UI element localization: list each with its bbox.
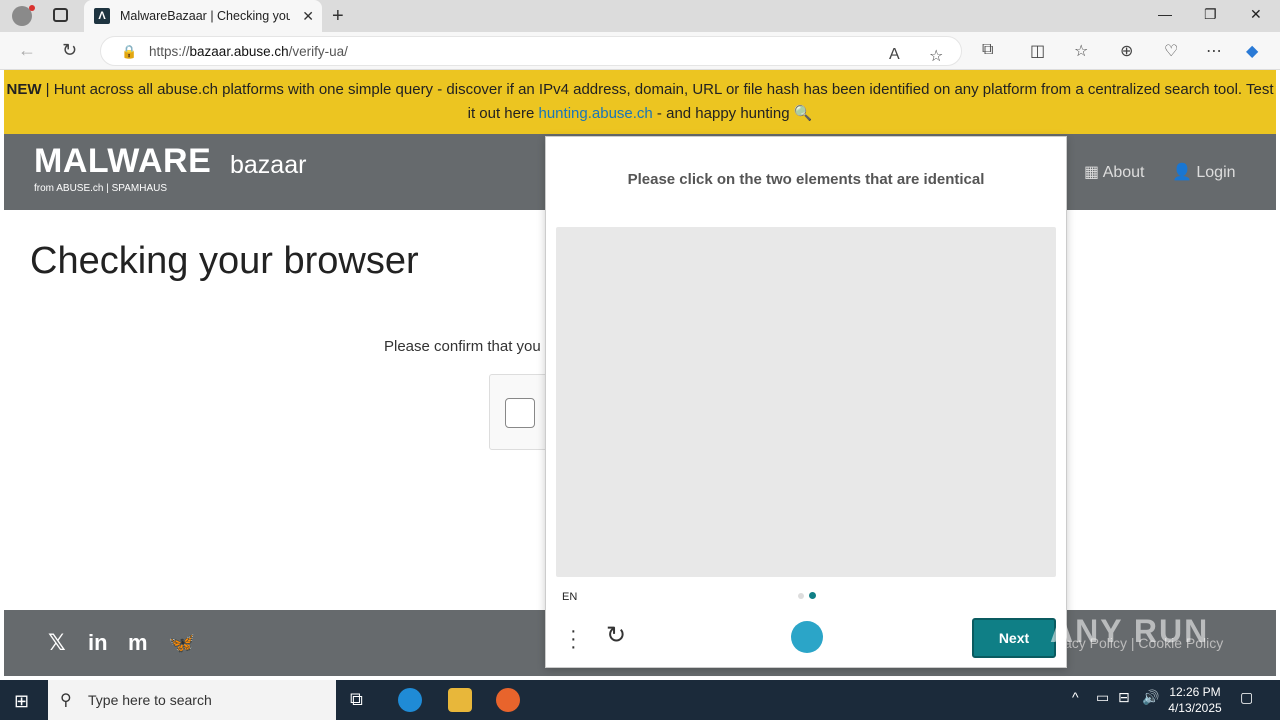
clock-date: 4/13/2025 [1168, 701, 1222, 715]
copilot-icon[interactable]: ◆ [1246, 41, 1258, 61]
search-icon: ⚲ [60, 692, 72, 709]
clock-time: 12:26 PM [1169, 685, 1221, 699]
mastodon-icon[interactable]: m [128, 630, 148, 656]
captcha-modal: Please click on the two elements that ar… [545, 136, 1067, 668]
captcha-refresh-icon[interactable]: ↻ [606, 621, 626, 650]
browser-essentials-icon[interactable]: ♡ [1164, 41, 1178, 61]
tab-malwarebazaar[interactable]: Λ MalwareBazaar | Checking your b ✕ [84, 0, 322, 32]
next-button[interactable]: Next [972, 618, 1056, 658]
captcha-challenge-area[interactable] [556, 227, 1056, 577]
notifications-icon[interactable]: ▢ [1240, 689, 1253, 706]
close-window-icon[interactable]: ✕ [1250, 6, 1262, 23]
new-tab-icon[interactable]: + [332, 5, 344, 28]
device-icon[interactable]: ▭ [1096, 689, 1109, 706]
lock-icon: 🔒 [121, 44, 138, 59]
bluesky-icon[interactable]: 🦋 [168, 630, 195, 656]
volume-icon[interactable]: 🔊 [1142, 689, 1159, 706]
hunting-link[interactable]: hunting.abuse.ch [539, 105, 653, 122]
collections-icon[interactable]: ⊕ [1120, 41, 1133, 61]
tab-actions-icon[interactable] [53, 8, 68, 22]
search-placeholder: Type here to search [88, 692, 212, 708]
refresh-icon[interactable]: ↻ [62, 40, 77, 61]
hcaptcha-logo-icon[interactable] [791, 621, 823, 653]
page-title: Checking your browser [30, 240, 419, 282]
address-toolbar: ← ↻ 🔒 https://bazaar.abuse.ch/verify-ua/… [0, 32, 1280, 70]
captcha-menu-icon[interactable]: · · · [570, 621, 577, 657]
extensions-icon[interactable]: ⧉ [982, 41, 993, 59]
logo-bazaar[interactable]: bazaar [230, 151, 306, 180]
nav-login[interactable]: 👤 Login [1172, 162, 1236, 182]
read-aloud-icon[interactable]: A [889, 46, 900, 64]
taskbar: ⊞ ⚲ Type here to search ⧉ ^ ▭ ⊟ 🔊 12:26 … [0, 680, 1280, 720]
firefox-icon[interactable] [496, 688, 520, 712]
linkedin-icon[interactable]: in [88, 630, 108, 656]
file-explorer-icon[interactable] [448, 688, 472, 712]
captcha-prompt: Please click on the two elements that ar… [627, 171, 985, 188]
malwarebazaar-favicon-icon: Λ [94, 8, 110, 24]
nav-about[interactable]: ▦ About [1084, 162, 1145, 182]
captcha-checkbox[interactable] [505, 398, 535, 428]
show-hidden-icons-icon[interactable]: ^ [1072, 689, 1079, 705]
x-icon[interactable]: 𝕏 [48, 630, 66, 656]
logo-malware[interactable]: MALWARE [34, 142, 211, 181]
windows-start-icon[interactable]: ⊞ [14, 691, 29, 712]
minimize-icon[interactable]: — [1158, 6, 1172, 22]
confirm-text: Please confirm that you [384, 338, 541, 355]
banner-text-end: - and happy hunting 🔍 [652, 105, 813, 122]
anyrun-watermark: ANY RUN [1050, 613, 1210, 649]
system-clock[interactable]: 12:26 PM 4/13/2025 [1162, 684, 1228, 716]
progress-dot-active [809, 592, 816, 599]
network-icon[interactable]: ⊟ [1118, 689, 1130, 706]
favorites-icon[interactable]: ☆ [1074, 41, 1088, 61]
language-selector[interactable]: EN [562, 591, 577, 603]
url-input[interactable]: 🔒 https://bazaar.abuse.ch/verify-ua/ A ☆ [100, 36, 962, 66]
close-tab-icon[interactable]: ✕ [302, 8, 314, 25]
task-view-icon[interactable]: ⧉ [350, 689, 363, 710]
split-screen-icon[interactable]: ◫ [1030, 41, 1045, 61]
notification-dot [29, 5, 35, 11]
edge-icon[interactable] [398, 688, 422, 712]
tab-title: MalwareBazaar | Checking your b [120, 9, 290, 23]
announcement-banner: NEW | Hunt across all abuse.ch platforms… [4, 70, 1276, 134]
logo-from-text: from ABUSE.ch | SPAMHAUS [34, 183, 168, 194]
banner-new-label: NEW [6, 81, 42, 98]
tab-bar: Λ MalwareBazaar | Checking your b ✕ + — … [0, 0, 1280, 32]
back-icon[interactable]: ← [18, 40, 36, 61]
taskbar-search[interactable]: ⚲ Type here to search [48, 680, 336, 720]
restore-icon[interactable]: ❐ [1204, 6, 1217, 23]
progress-dot [798, 593, 804, 599]
url-text: https://bazaar.abuse.ch/verify-ua/ [149, 44, 348, 59]
favorite-star-icon[interactable]: ☆ [929, 46, 943, 66]
more-menu-icon[interactable]: ⋯ [1206, 41, 1222, 61]
